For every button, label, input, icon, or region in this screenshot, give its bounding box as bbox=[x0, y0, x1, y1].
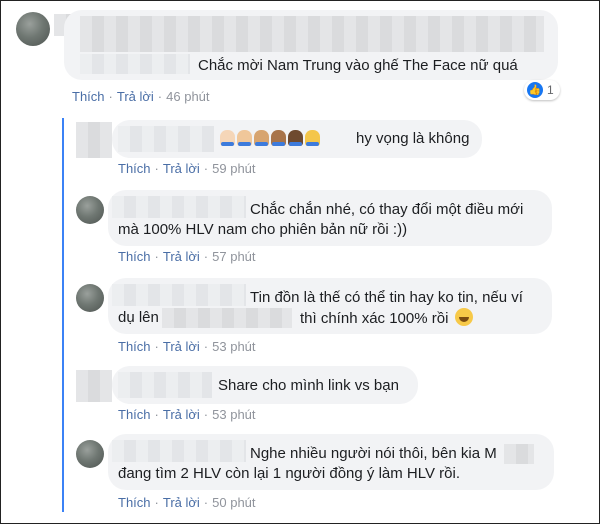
blurred-username bbox=[118, 126, 214, 152]
blurred-username bbox=[112, 440, 246, 462]
comment-actions: Thích · Trả lời · 46 phút bbox=[72, 89, 210, 104]
comment-text: Chắc mời Nam Trung vào ghế The Face nữ q… bbox=[198, 57, 518, 74]
reply-link[interactable]: Trả lời bbox=[117, 89, 154, 104]
timestamp[interactable]: 53 phút bbox=[212, 339, 255, 354]
like-link[interactable]: Thích bbox=[118, 495, 151, 510]
like-link[interactable]: Thích bbox=[118, 161, 151, 176]
separator: · bbox=[154, 495, 159, 510]
reply-text-line-1: Tin đồn là thế có thể tin hay ko tin, nế… bbox=[250, 289, 523, 306]
folded-hands-icon bbox=[237, 130, 252, 146]
separator: · bbox=[203, 495, 209, 510]
reply-text-line-2-start: dụ lên bbox=[118, 309, 159, 326]
reply-actions: Thích · Trả lời · 57 phút bbox=[118, 249, 256, 264]
reply-text: Share cho mình link vs bạn bbox=[218, 377, 399, 394]
folded-hands-icon bbox=[271, 130, 286, 146]
like-link[interactable]: Thích bbox=[118, 249, 151, 264]
separator: · bbox=[203, 407, 209, 422]
reply-text-line-1: Nghe nhiều người nói thôi, bên kia M bbox=[250, 445, 497, 462]
avatar[interactable] bbox=[76, 440, 104, 468]
timestamp[interactable]: 57 phút bbox=[212, 249, 255, 264]
avatar[interactable] bbox=[76, 284, 104, 312]
blurred-text bbox=[504, 444, 534, 464]
separator: · bbox=[203, 339, 209, 354]
separator: · bbox=[154, 249, 159, 264]
blurred-username bbox=[118, 372, 212, 398]
timestamp[interactable]: 53 phút bbox=[212, 407, 255, 422]
reply-text: hy vọng là không bbox=[356, 130, 470, 147]
avatar[interactable] bbox=[16, 12, 50, 46]
reaction-badge[interactable]: 👍 1 bbox=[524, 80, 560, 100]
timestamp[interactable]: 59 phút bbox=[212, 161, 255, 176]
timestamp[interactable]: 46 phút bbox=[166, 89, 209, 104]
like-link[interactable]: Thích bbox=[118, 339, 151, 354]
reply-text-line-2: đang tìm 2 HLV còn lại 1 người đồng ý là… bbox=[118, 465, 460, 482]
separator: · bbox=[203, 249, 209, 264]
like-icon: 👍 bbox=[527, 82, 543, 98]
reply-actions: Thích · Trả lời · 53 phút bbox=[118, 339, 256, 354]
reply-actions: Thích · Trả lời · 53 phút bbox=[118, 407, 256, 422]
reply-text-tail: thì chính xác 100% rồi bbox=[300, 310, 449, 327]
reply-text-line-2: mà 100% HLV nam cho phiên bản nữ rồi :)) bbox=[118, 221, 408, 238]
reply-link[interactable]: Trả lời bbox=[163, 339, 200, 354]
blurred-username bbox=[80, 54, 190, 74]
timestamp[interactable]: 50 phút bbox=[212, 495, 255, 510]
blurred-username bbox=[112, 284, 246, 306]
reply-link[interactable]: Trả lời bbox=[163, 161, 200, 176]
reply-link[interactable]: Trả lời bbox=[163, 249, 200, 264]
avatar[interactable] bbox=[76, 370, 112, 402]
avatar[interactable] bbox=[76, 196, 104, 224]
reply-text-line-2-end: thì chính xác 100% rồi bbox=[300, 308, 473, 329]
grinning-sweat-emoji bbox=[454, 308, 473, 326]
reply-text-line-1: Chắc chắn nhé, có thay đổi một điều mới bbox=[250, 201, 524, 218]
blurred-text bbox=[80, 16, 544, 52]
folded-hands-icon bbox=[220, 130, 235, 146]
folded-hands-row bbox=[220, 130, 322, 146]
separator: · bbox=[108, 89, 113, 104]
reply-link[interactable]: Trả lời bbox=[163, 407, 200, 422]
folded-hands-icon bbox=[288, 130, 303, 146]
blurred-username bbox=[112, 196, 246, 218]
separator: · bbox=[154, 161, 159, 176]
avatar[interactable] bbox=[76, 122, 112, 158]
reply-actions: Thích · Trả lời · 50 phút bbox=[118, 495, 256, 510]
separator: · bbox=[157, 89, 163, 104]
reply-thread-line bbox=[62, 118, 64, 512]
like-link[interactable]: Thích bbox=[118, 407, 151, 422]
reply-link[interactable]: Trả lời bbox=[163, 495, 200, 510]
reaction-count: 1 bbox=[547, 83, 554, 97]
reply-actions: Thích · Trả lời · 59 phút bbox=[118, 161, 256, 176]
separator: · bbox=[154, 339, 159, 354]
folded-hands-icon bbox=[254, 130, 269, 146]
separator: · bbox=[203, 161, 209, 176]
separator: · bbox=[154, 407, 159, 422]
blurred-text bbox=[162, 308, 292, 328]
folded-hands-icon bbox=[305, 130, 320, 146]
like-link[interactable]: Thích bbox=[72, 89, 105, 104]
